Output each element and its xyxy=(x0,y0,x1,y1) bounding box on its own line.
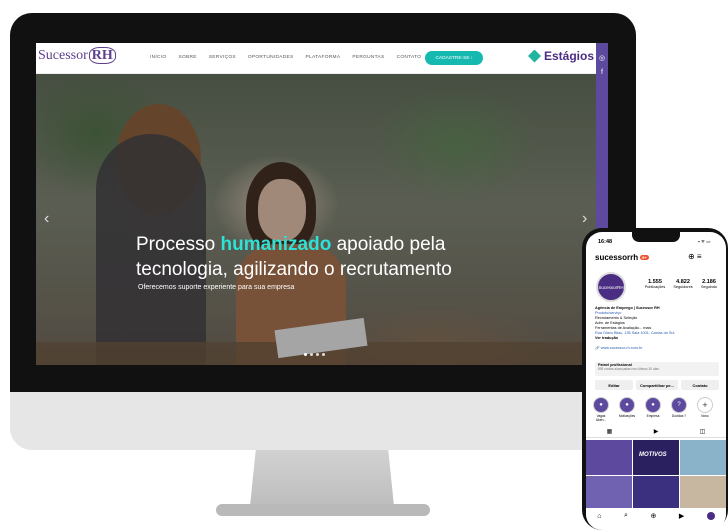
nav-plataforma[interactable]: PLATAFORMA xyxy=(306,55,341,60)
carousel-prev-arrow-icon[interactable]: ‹ xyxy=(44,210,49,228)
grid-icon[interactable]: ▦ xyxy=(607,428,613,437)
bottom-nav: ⌂ ⌕ ⊕ ▶ xyxy=(586,508,726,524)
carousel-dot-4[interactable] xyxy=(322,353,325,356)
imac-stand xyxy=(250,450,394,506)
post-tile[interactable] xyxy=(680,475,726,510)
estagios-mark-icon xyxy=(528,49,541,63)
posts-grid: MOTIVOS xyxy=(586,440,726,510)
nav-sobre[interactable]: SOBRE xyxy=(178,55,196,60)
hero-title: Processo humanizado apoiado pela tecnolo… xyxy=(136,234,452,280)
bio-website-link[interactable]: 🔗 www.sucessor-rh.com.br xyxy=(595,346,642,351)
highlight-duvidas[interactable]: ? Dúvidas ? xyxy=(670,397,688,418)
hero-subtitle: Oferecemos suporte experiente para sua e… xyxy=(138,284,295,291)
nav-contato[interactable]: CONTATO xyxy=(397,55,422,60)
share-profile-button[interactable]: Compartilhar pe... xyxy=(636,380,678,390)
post-tile[interactable] xyxy=(680,440,726,475)
nav-oportunidades[interactable]: OPORTUNIDADES xyxy=(248,55,294,60)
profile-avatar[interactable]: SucessorRH xyxy=(596,272,626,302)
carousel-dot-1[interactable] xyxy=(304,353,307,356)
profile-handle[interactable]: sucessorrh 9+ xyxy=(595,253,649,262)
sucessor-rh-logo[interactable]: Sucessor RH xyxy=(38,47,116,64)
bio-translate[interactable]: Ver tradução xyxy=(595,336,618,341)
stat-following[interactable]: 2.186 Seguindo xyxy=(694,279,724,289)
carousel-next-arrow-icon[interactable]: › xyxy=(582,210,587,228)
stat-posts[interactable]: 1.555 Publicações xyxy=(640,279,670,289)
nav-perguntas[interactable]: PERGUNTAS xyxy=(352,55,384,60)
carousel-dots xyxy=(304,353,325,356)
phone-notch xyxy=(632,232,680,242)
profile-nav-avatar[interactable] xyxy=(706,512,715,520)
post-tile[interactable] xyxy=(586,440,632,475)
create-icon[interactable]: ⊕ xyxy=(650,512,656,520)
contact-button[interactable]: Contato xyxy=(681,380,719,390)
highlight-vagas[interactable]: ● Vagas Abert... xyxy=(592,397,610,422)
post-tile[interactable]: MOTIVOS xyxy=(633,440,679,475)
site-header: Sucessor RH INÍCIO SOBRE SERVIÇOS OPORTUN… xyxy=(36,43,596,74)
carousel-dot-3[interactable] xyxy=(316,353,319,356)
profile-tabs: ▦ ▶ ◫ xyxy=(586,428,726,438)
status-icons: ▪ ᯤ ▭ xyxy=(698,239,711,244)
status-time: 16:48 xyxy=(598,239,613,245)
tagged-icon[interactable]: ◫ xyxy=(700,428,706,437)
search-icon[interactable]: ⌕ xyxy=(624,512,628,520)
nav-inicio[interactable]: INÍCIO xyxy=(150,55,166,60)
hero-overlay xyxy=(36,74,596,365)
reels-nav-icon[interactable]: ▶ xyxy=(679,512,684,520)
edit-profile-button[interactable]: Editar xyxy=(595,380,633,390)
highlight-new[interactable]: + Novo xyxy=(696,397,714,418)
imac-chin xyxy=(10,392,636,450)
phone-frame: 16:48 ▪ ᯤ ▭ sucessorrh 9+ ⊕ ≡ SucessorRH … xyxy=(582,228,728,530)
estagios-logo[interactable]: Estágios xyxy=(528,49,594,63)
nav-servicos[interactable]: SERVIÇOS xyxy=(209,55,236,60)
hero-banner: Processo humanizado apoiado pela tecnolo… xyxy=(36,74,596,365)
post-tile[interactable] xyxy=(633,475,679,510)
post-tile[interactable] xyxy=(586,475,632,510)
highlight-empresa[interactable]: ● Empresa xyxy=(644,397,662,418)
instagram-profile-screen: 16:48 ▪ ᯤ ▭ sucessorrh 9+ ⊕ ≡ SucessorRH … xyxy=(586,232,726,530)
reels-icon[interactable]: ▶ xyxy=(654,428,659,437)
desktop-website-screen: Sucessor RH INÍCIO SOBRE SERVIÇOS OPORTUN… xyxy=(36,43,608,365)
header-actions-icon[interactable]: ⊕ ≡ xyxy=(688,252,702,261)
cadastre-se-button[interactable]: CADASTRE-SE › xyxy=(425,51,483,65)
main-nav: INÍCIO SOBRE SERVIÇOS OPORTUNIDADES PLAT… xyxy=(150,55,433,60)
imac-foot xyxy=(216,504,430,516)
instagram-icon[interactable]: ◎ xyxy=(598,55,606,63)
highlight-motivacoes[interactable]: ● Motivações xyxy=(618,397,636,418)
professional-dashboard[interactable]: Painel profissional 895 contas alcançada… xyxy=(595,362,719,376)
notification-badge: 9+ xyxy=(640,255,649,261)
facebook-icon[interactable]: f xyxy=(598,69,606,77)
home-icon[interactable]: ⌂ xyxy=(597,513,601,520)
carousel-dot-2[interactable] xyxy=(310,353,313,356)
mockup-stage: Sucessor RH INÍCIO SOBRE SERVIÇOS OPORTUN… xyxy=(0,0,728,530)
